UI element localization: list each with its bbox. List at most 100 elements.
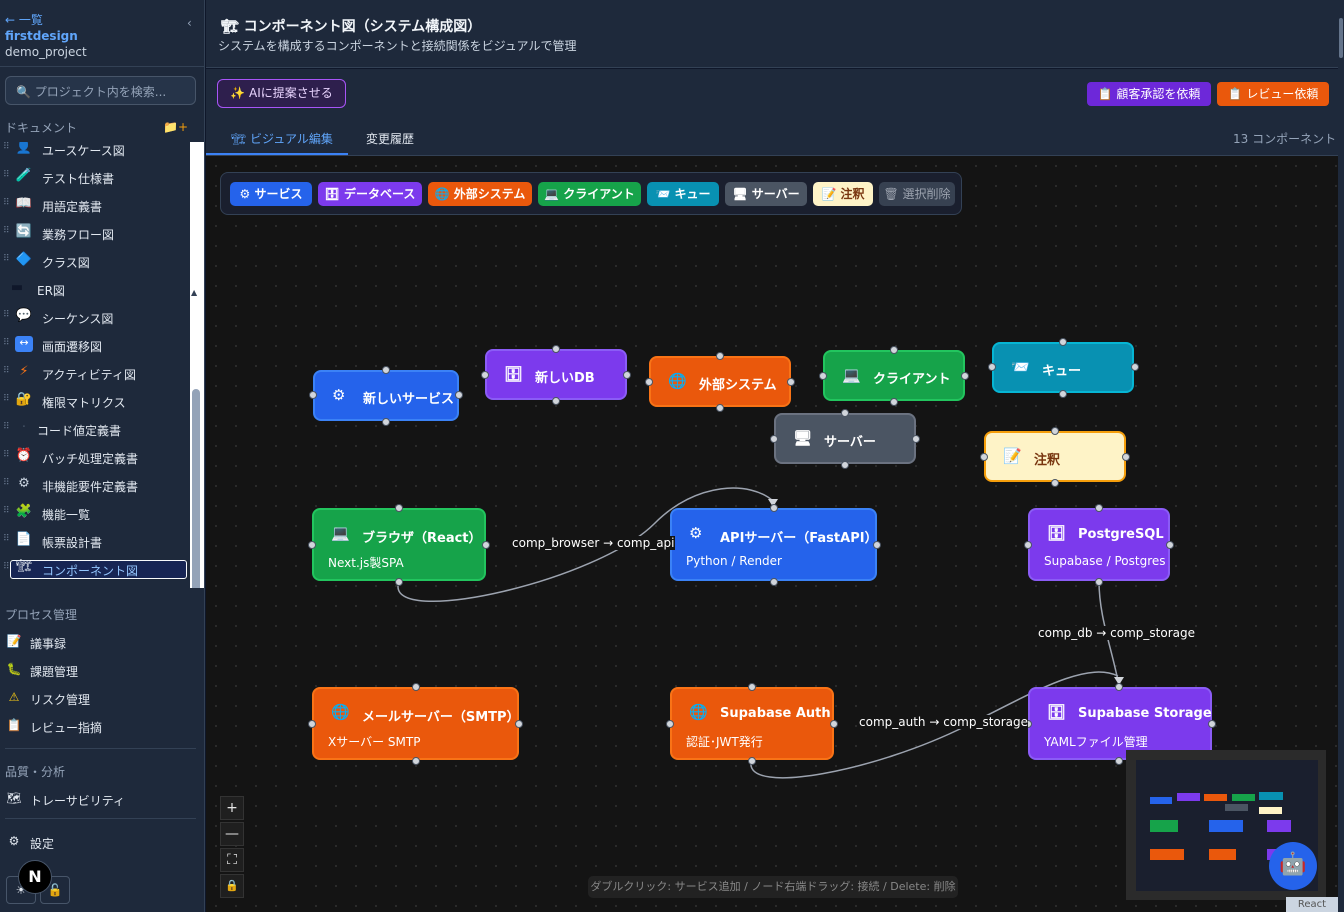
connection-handle[interactable] xyxy=(1115,757,1123,765)
node-queue[interactable]: 📨 キュー xyxy=(992,342,1134,393)
connection-handle[interactable] xyxy=(412,757,420,765)
zoom-in-button[interactable]: + xyxy=(220,796,244,820)
connection-handle[interactable] xyxy=(1059,338,1067,346)
connection-handle[interactable] xyxy=(912,435,920,443)
connection-handle[interactable] xyxy=(890,398,898,406)
doc-item[interactable]: ⠿ ⚙ 非機能要件定義書 xyxy=(0,472,190,498)
ai-assistant-button[interactable]: 🤖 xyxy=(1269,842,1317,890)
node-mail-server[interactable]: 🌐 メールサーバー（SMTP） Xサーバー SMTP xyxy=(312,687,520,760)
doc-item-active[interactable]: ⠿ 🏗 コンポーネント図 xyxy=(0,559,190,586)
connection-handle[interactable] xyxy=(645,378,653,386)
connection-handle[interactable] xyxy=(770,435,778,443)
connection-handle[interactable] xyxy=(1122,453,1130,461)
add-server-button[interactable]: 🖥 サーバー xyxy=(725,182,807,206)
connection-handle[interactable] xyxy=(1051,427,1059,435)
connection-handle[interactable] xyxy=(395,504,403,512)
add-external-system-button[interactable]: 🌐 外部システム xyxy=(428,182,532,206)
connection-handle[interactable] xyxy=(382,418,390,426)
request-approval-button[interactable]: 📋 顧客承認を依頼 xyxy=(1087,82,1211,106)
connection-handle[interactable] xyxy=(748,757,756,765)
doc-item[interactable]: ⠿ 🔷 クラス図 xyxy=(0,248,190,274)
doc-item[interactable]: ⠿ 👤 ユースケース図 xyxy=(0,142,190,162)
connection-handle[interactable] xyxy=(841,409,849,417)
doc-item[interactable]: ⠿ 📖 用語定義書 xyxy=(0,192,190,218)
connection-handle[interactable] xyxy=(382,366,390,374)
edge-label[interactable]: comp_auth → comp_storage xyxy=(859,715,1029,729)
edge-label[interactable]: comp_db → comp_storage xyxy=(1038,626,1195,640)
doc-item[interactable]: ⠿ ↔ 画面遷移図 xyxy=(0,332,190,358)
nextjs-dev-badge[interactable]: N xyxy=(18,860,52,894)
connection-handle[interactable] xyxy=(308,541,316,549)
connection-handle[interactable] xyxy=(482,541,490,549)
connection-handle[interactable] xyxy=(1208,720,1216,728)
tab-visual-edit[interactable]: 🏗 ビジュアル編集 xyxy=(231,130,333,147)
doc-item[interactable]: ⠿ 🧩 機能一覧 xyxy=(0,500,190,526)
nav-item-risks[interactable]: ⚠ リスク管理 xyxy=(0,688,200,710)
flow-canvas[interactable]: ⚙ サービス 🗄 データベース 🌐 外部システム 💻 クライアント 📨 キュー … xyxy=(206,156,1338,912)
connection-handle[interactable] xyxy=(890,346,898,354)
connection-handle[interactable] xyxy=(748,683,756,691)
node-postgresql[interactable]: 🗄 PostgreSQL Supabase / Postgres xyxy=(1028,508,1170,581)
add-queue-button[interactable]: 📨 キュー xyxy=(647,182,719,206)
connection-handle[interactable] xyxy=(980,453,988,461)
node-external-system[interactable]: 🌐 外部システム xyxy=(649,356,791,407)
connection-handle[interactable] xyxy=(395,578,403,586)
node-supabase-auth[interactable]: 🌐 Supabase Auth 認証･JWT発行 xyxy=(670,687,834,760)
node-new-service[interactable]: ⚙ 新しいサービス xyxy=(313,370,459,421)
fit-view-button[interactable]: ⛶ xyxy=(220,848,244,872)
node-new-db[interactable]: 🗄 新しいDB xyxy=(485,349,627,400)
add-database-button[interactable]: 🗄 データベース xyxy=(318,182,422,206)
connection-handle[interactable] xyxy=(988,363,996,371)
node-server[interactable]: 🖥 サーバー xyxy=(774,413,916,464)
nav-item-review-comments[interactable]: 📋 レビュー指摘 xyxy=(0,716,200,738)
node-browser[interactable]: 💻 ブラウザ（React） Next.js製SPA xyxy=(312,508,486,581)
connection-handle[interactable] xyxy=(308,720,316,728)
connection-handle[interactable] xyxy=(961,372,969,380)
connection-handle[interactable] xyxy=(1059,390,1067,398)
connection-handle[interactable] xyxy=(873,541,881,549)
doc-item[interactable]: ⠿ 🧪 テスト仕様書 xyxy=(0,164,190,190)
connection-handle[interactable] xyxy=(1024,541,1032,549)
node-client[interactable]: 💻 クライアント xyxy=(823,350,965,401)
node-note[interactable]: 📝 注釈 xyxy=(984,431,1126,482)
lock-canvas-button[interactable]: 🔒 xyxy=(220,874,244,898)
add-note-button[interactable]: 📝 注釈 xyxy=(813,182,873,206)
connection-handle[interactable] xyxy=(623,371,631,379)
connection-handle[interactable] xyxy=(830,720,838,728)
connection-handle[interactable] xyxy=(1051,479,1059,487)
nav-item-settings[interactable]: ⚙ 設定 xyxy=(0,832,200,854)
doc-item[interactable]: ⠿ · コード値定義書 xyxy=(0,416,190,442)
connection-handle[interactable] xyxy=(770,504,778,512)
connection-handle[interactable] xyxy=(666,720,674,728)
connection-handle[interactable] xyxy=(1131,363,1139,371)
project-search-input[interactable]: 🔍 プロジェクト内を検索... xyxy=(5,76,196,105)
zoom-out-button[interactable]: — xyxy=(220,822,244,846)
ai-suggest-button[interactable]: ✨ AIに提案させる xyxy=(217,79,346,108)
add-document-icon[interactable]: 📁+ xyxy=(163,120,188,134)
connection-handle[interactable] xyxy=(1115,683,1123,691)
collapse-sidebar-button[interactable]: ‹ xyxy=(187,16,192,30)
add-client-button[interactable]: 💻 クライアント xyxy=(538,182,641,206)
connection-handle[interactable] xyxy=(515,720,523,728)
connection-handle[interactable] xyxy=(552,397,560,405)
connection-handle[interactable] xyxy=(716,404,724,412)
connection-handle[interactable] xyxy=(770,578,778,586)
scroll-up-icon[interactable]: ▲ xyxy=(191,288,197,297)
delete-selected-button[interactable]: 🗑 選択削除 xyxy=(879,182,955,206)
page-scrollbar[interactable] xyxy=(1338,0,1344,912)
back-to-list-link[interactable]: ← 一覧 xyxy=(5,11,43,28)
connection-handle[interactable] xyxy=(552,345,560,353)
tab-history[interactable]: 変更履歴 xyxy=(366,130,414,147)
doc-item[interactable]: ⠿ 🔐 権限マトリクス xyxy=(0,388,190,414)
document-list-scrollbar[interactable] xyxy=(192,389,200,588)
doc-item[interactable]: ⠿ 💬 シーケンス図 xyxy=(0,304,190,330)
connection-handle[interactable] xyxy=(819,372,827,380)
connection-handle[interactable] xyxy=(481,371,489,379)
react-flow-attribution[interactable]: React Flow xyxy=(1286,897,1338,912)
node-api-server[interactable]: ⚙ APIサーバー（FastAPI） Python / Render xyxy=(670,508,878,581)
connection-handle[interactable] xyxy=(455,391,463,399)
connection-handle[interactable] xyxy=(412,683,420,691)
add-service-button[interactable]: ⚙ サービス xyxy=(230,182,312,206)
nav-item-minutes[interactable]: 📝 議事録 xyxy=(0,632,200,654)
connection-handle[interactable] xyxy=(716,352,724,360)
